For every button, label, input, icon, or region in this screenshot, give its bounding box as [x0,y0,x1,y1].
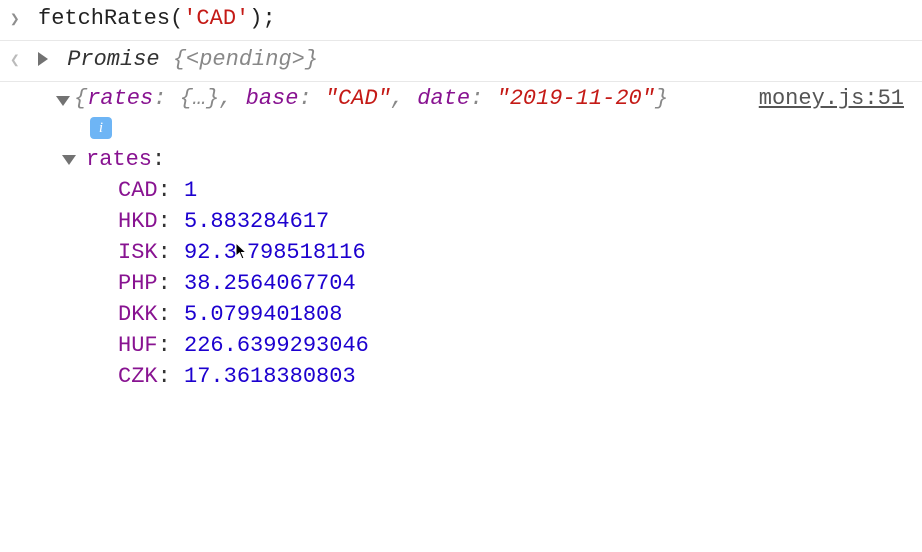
close-paren: ) [249,6,262,31]
rate-value: 38.2564067704 [184,271,356,296]
summary-base-val: "CAD" [325,86,391,111]
colon: : [158,240,184,265]
promise-type: Promise [67,47,173,72]
rate-value: 17.3618380803 [184,364,356,389]
disclosure-down-icon[interactable] [56,96,70,106]
rate-key: PHP [118,271,158,296]
console-return-row[interactable]: ❮ Promise {<pending>} [0,41,922,82]
colon: : [158,364,184,389]
brace-open: { [74,86,87,111]
rate-key: HUF [118,333,158,358]
colon: : [158,209,184,234]
disclosure-right-icon[interactable] [38,52,48,66]
summary-key-rates: rates [87,86,153,111]
summary-key-date: date [417,86,470,111]
rate-line: PHP: 38.2564067704 [118,271,912,296]
colon: : [158,302,184,327]
promise-state: {<pending>} [173,47,318,72]
rate-line: HUF: 226.6399293046 [118,333,912,358]
rates-header[interactable]: rates: [86,147,912,172]
rate-value: 226.6399293046 [184,333,369,358]
fn-argument: 'CAD' [183,6,249,31]
colon: : [152,147,165,172]
rate-key: ISK [118,240,158,265]
semicolon: ; [262,6,275,31]
rate-line: ISK: 92.3798518116 [118,240,912,265]
open-paren: ( [170,6,183,31]
chevron-left-icon: ❮ [10,47,26,75]
fn-name: fetchRates [38,6,170,31]
mouse-cursor-icon [235,242,249,262]
comma: , [391,86,417,111]
disclosure-down-icon[interactable] [62,155,76,165]
colon: : [158,333,184,358]
summary-date-val: "2019-11-20" [497,86,655,111]
summary-rates-preview: {…} [180,86,220,111]
rate-key: DKK [118,302,158,327]
chevron-right-icon: ❯ [10,6,26,34]
rate-line: HKD: 5.883284617 [118,209,912,234]
input-expression: fetchRates('CAD'); [38,6,276,31]
comma: , [219,86,245,111]
colon: : [158,271,184,296]
object-summary[interactable]: {rates: {…}, base: "CAD", date: "2019-11… [40,86,912,111]
rate-value: 1 [184,178,197,203]
rate-key: CAD [118,178,158,203]
rate-value: 5.0799401808 [184,302,342,327]
return-value: Promise {<pending>} [38,47,318,72]
info-icon[interactable]: i [90,117,112,139]
rate-value: 5.883284617 [184,209,329,234]
rates-key-label: rates [86,147,152,172]
rate-value: 92.3798518116 [184,240,366,265]
rate-line: DKK: 5.0799401808 [118,302,912,327]
summary-key-base: base [246,86,299,111]
colon: : [298,86,324,111]
colon: : [153,86,179,111]
rate-key: HKD [118,209,158,234]
rates-list: CAD: 1 HKD: 5.883284617 ISK: 92.3798518116… [40,178,912,389]
console-input-row[interactable]: ❯ fetchRates('CAD'); [0,0,922,41]
rate-line: CZK: 17.3618380803 [118,364,912,389]
brace-close: } [655,86,668,111]
rate-line: CAD: 1 [118,178,912,203]
colon: : [158,178,184,203]
colon: : [470,86,496,111]
rate-key: CZK [118,364,158,389]
console-log-row: money.js:51 {rates: {…}, base: "CAD", da… [0,82,922,399]
